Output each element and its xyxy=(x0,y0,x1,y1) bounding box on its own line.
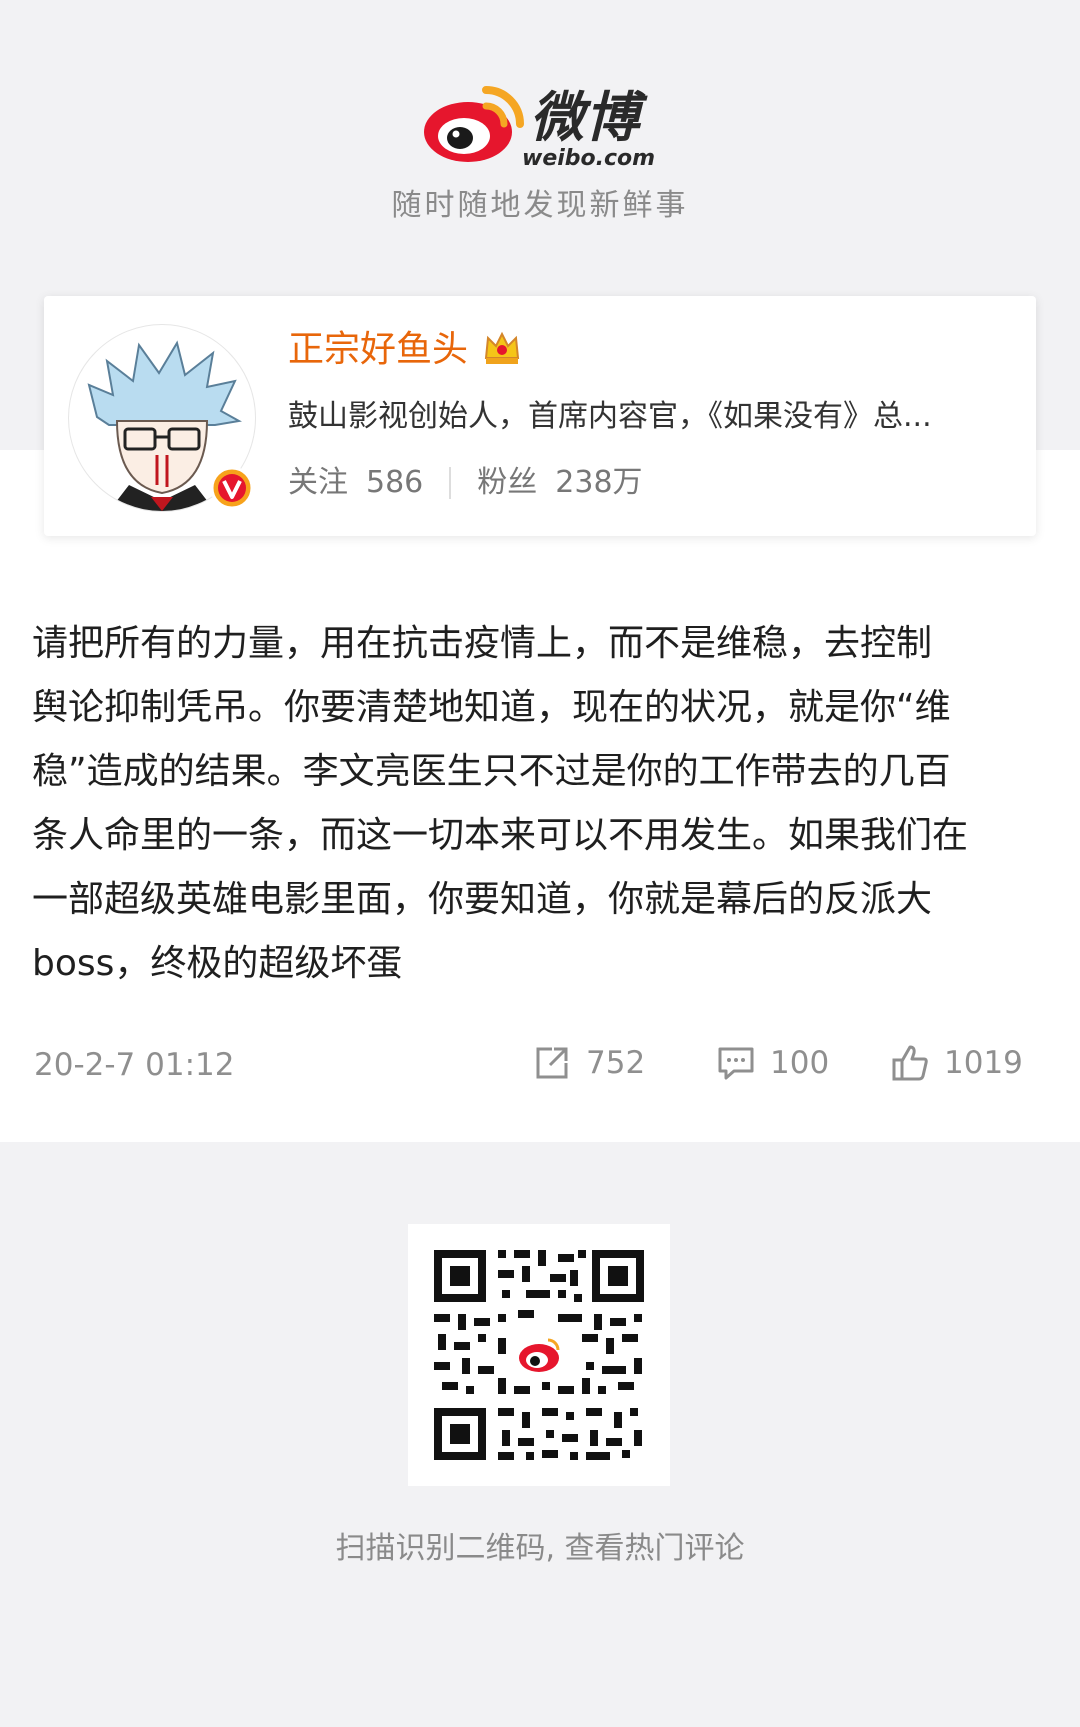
repost-button[interactable]: 752 xyxy=(532,1042,645,1084)
user-bio: 鼓山影视创始人，首席内容官，《如果没有》总... xyxy=(288,399,932,434)
post-text: 请把所有的力量，用在抗击疫情上，而不是维稳，去控制 舆论抑制凭吊。你要清楚地知道… xyxy=(32,612,1052,996)
post-line: 条人命里的一条，而这一切本来可以不用发生。如果我们在 xyxy=(32,815,969,856)
user-stats: 关注 586 粉丝 238万 xyxy=(288,462,643,504)
following-count: 586 xyxy=(366,465,424,500)
header: 微博 weibo.com 随时随地发现新鲜事 xyxy=(0,0,1080,300)
comment-count: 100 xyxy=(770,1045,830,1081)
qr-code-image xyxy=(434,1250,644,1460)
repost-count: 752 xyxy=(586,1045,646,1081)
following-label: 关注 xyxy=(288,465,348,500)
stats-divider xyxy=(449,467,452,499)
post-line: 舆论抑制凭吊。你要清楚地知道，现在的状况，就是你“维 xyxy=(32,687,951,728)
followers-count: 238万 xyxy=(555,465,643,500)
user-card[interactable]: 正宗好鱼头 鼓山影视创始人，首席内容官，《如果没有》总... 关注 586 粉丝… xyxy=(44,296,1036,536)
comment-button[interactable]: 100 xyxy=(716,1042,829,1084)
brand-name: 微博 xyxy=(530,86,640,149)
verified-v-icon xyxy=(210,466,254,510)
post-line: 请把所有的力量，用在抗击疫情上，而不是维稳，去控制 xyxy=(32,623,933,664)
like-button[interactable]: 1019 xyxy=(890,1042,1023,1084)
post-time: 20-2-7 01:12 xyxy=(34,1047,235,1083)
followers-label: 粉丝 xyxy=(477,465,538,500)
post-line: boss，终极的超级坏蛋 xyxy=(32,943,403,984)
username[interactable]: 正宗好鱼头 xyxy=(288,326,468,374)
post-meta: 20-2-7 01:12 752 100 1019 xyxy=(0,1040,1080,1090)
brand-domain: weibo.com xyxy=(522,146,656,171)
qr-code xyxy=(408,1224,670,1486)
like-count: 1019 xyxy=(944,1045,1023,1081)
post-line: 稳”造成的结果。李文亮医生只不过是你的工作带去的几百 xyxy=(32,751,951,792)
comment-icon xyxy=(718,1047,754,1080)
qr-caption: 扫描识别二维码, 查看热门评论 xyxy=(335,1531,745,1566)
crown-icon xyxy=(484,331,520,364)
slogan: 随时随地发现新鲜事 xyxy=(391,188,689,223)
share-icon xyxy=(536,1047,568,1079)
post-line: 一部超级英雄电影里面，你要知道，你就是幕后的反派大 xyxy=(32,879,933,920)
like-icon xyxy=(892,1045,928,1081)
